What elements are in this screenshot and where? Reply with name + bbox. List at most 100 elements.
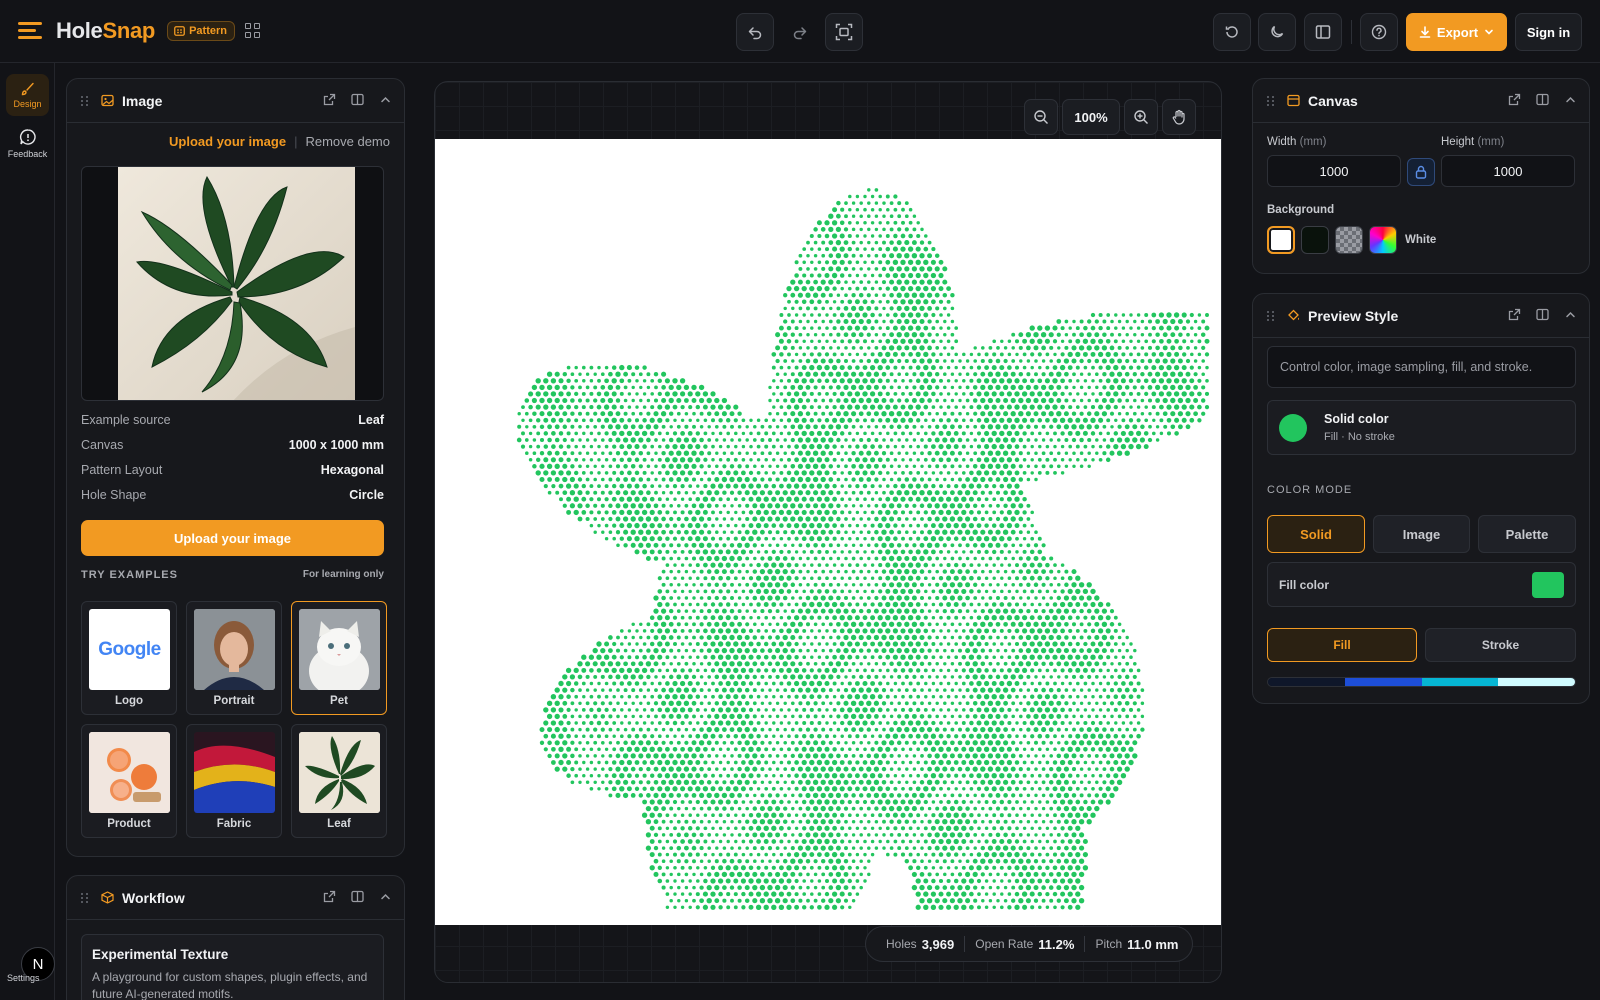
pattern-hole [817, 629, 822, 633]
rail-item-settings[interactable]: Settings [7, 973, 40, 983]
pattern-hole [813, 608, 819, 614]
pattern-hole [1094, 595, 1100, 601]
pattern-hole [931, 602, 936, 607]
drag-handle-icon[interactable] [81, 95, 89, 107]
upload-image-button[interactable]: Upload your image [81, 520, 384, 556]
workflow-card[interactable]: Experimental Texture A playground for cu… [81, 934, 384, 1000]
open-external-icon[interactable] [322, 889, 336, 903]
sign-in-button[interactable]: Sign in [1515, 13, 1582, 51]
pattern-hole [589, 707, 594, 713]
pattern-hole [806, 253, 810, 258]
pattern-artboard[interactable] [435, 139, 1221, 925]
pattern-hole [855, 537, 860, 541]
upload-image-link[interactable]: Upload your image [169, 134, 286, 149]
example-leaf[interactable]: Leaf [291, 724, 387, 838]
pattern-hole [615, 661, 621, 667]
collapse-chevron-icon[interactable] [378, 889, 392, 903]
pattern-hole [988, 490, 993, 495]
example-fabric[interactable]: Fabric [186, 724, 282, 838]
pattern-hole [843, 661, 849, 667]
export-button[interactable]: Export [1406, 13, 1507, 51]
pattern-hole [1029, 654, 1035, 660]
pattern-hole [973, 411, 978, 416]
pattern-hole [550, 391, 557, 397]
pattern-hole [539, 451, 545, 456]
split-view-icon[interactable] [350, 92, 364, 106]
pattern-hole [639, 385, 643, 390]
pattern-hole [859, 253, 863, 258]
split-view-icon[interactable] [350, 889, 364, 903]
example-pet[interactable]: Pet [291, 601, 387, 715]
pattern-hole [1018, 424, 1024, 430]
pan-hand-button[interactable] [1162, 99, 1196, 135]
pattern-hole [961, 588, 967, 594]
drag-handle-icon[interactable] [81, 892, 89, 904]
history-button[interactable] [1213, 13, 1251, 51]
pattern-hole [775, 398, 780, 403]
pattern-hole [520, 444, 526, 449]
example-portrait[interactable]: Portrait [186, 601, 282, 715]
fit-screen-button[interactable] [825, 13, 863, 51]
pattern-hole [813, 648, 818, 653]
pattern-hole [573, 496, 579, 502]
pattern-hole [953, 522, 959, 529]
pattern-hole [911, 621, 918, 627]
pattern-hole [999, 378, 1005, 384]
pattern-hole [756, 681, 761, 686]
pattern-hole [915, 483, 921, 489]
help-button[interactable] [1360, 13, 1398, 51]
theme-toggle-button[interactable] [1258, 13, 1296, 51]
example-product[interactable]: Product [81, 724, 177, 838]
pattern-hole [657, 601, 663, 608]
zoom-level[interactable]: 100% [1062, 99, 1120, 135]
pattern-hole [976, 707, 982, 713]
pattern-hole [946, 708, 951, 712]
pattern-hole [797, 371, 803, 377]
pattern-hole [946, 286, 951, 291]
example-logo[interactable]: Google Logo [81, 601, 177, 715]
pattern-hole [904, 726, 910, 733]
pattern-hole [691, 700, 697, 706]
apps-grid-icon[interactable] [244, 23, 261, 39]
pattern-hole [756, 418, 761, 423]
pattern-hole [536, 444, 541, 449]
pattern-hole [828, 385, 833, 390]
pattern-hole [1033, 609, 1039, 614]
pattern-hole [847, 707, 853, 713]
remove-demo-link[interactable]: Remove demo [305, 134, 390, 149]
pattern-hole [774, 582, 781, 588]
pattern-hole [957, 648, 963, 653]
pattern-hole [570, 701, 575, 706]
pattern-hole [866, 358, 871, 364]
open-external-icon[interactable] [322, 92, 336, 106]
undo-button[interactable] [736, 13, 774, 51]
pattern-hole [972, 661, 978, 667]
pattern-hole [943, 319, 947, 324]
pattern-hole [710, 720, 716, 726]
pattern-hole [874, 727, 879, 732]
mode-badge[interactable]: Pattern [167, 21, 235, 41]
pattern-hole [793, 522, 800, 529]
pattern-hole [600, 424, 605, 429]
layout-toggle-button[interactable] [1304, 13, 1342, 51]
pattern-hole [733, 602, 738, 607]
pattern-hole [912, 438, 917, 442]
pattern-hole [1044, 628, 1051, 634]
zoom-in-button[interactable] [1124, 99, 1158, 135]
zoom-out-button[interactable] [1024, 99, 1058, 135]
pattern-hole [756, 708, 761, 712]
pattern-hole [897, 438, 901, 442]
pattern-hole [900, 483, 906, 489]
menu-icon[interactable] [18, 20, 44, 42]
collapse-chevron-icon[interactable] [378, 92, 392, 106]
pattern-hole [987, 700, 994, 706]
redo-button[interactable] [781, 13, 819, 51]
pattern-hole [597, 694, 601, 699]
rail-item-design[interactable]: Design [6, 74, 49, 116]
pattern-hole [828, 450, 834, 456]
pattern-hole [885, 562, 891, 568]
pattern-hole [855, 510, 860, 515]
pattern-hole [840, 286, 844, 291]
rail-item-feedback[interactable]: Feedback [6, 122, 49, 164]
pattern-hole [680, 615, 685, 620]
